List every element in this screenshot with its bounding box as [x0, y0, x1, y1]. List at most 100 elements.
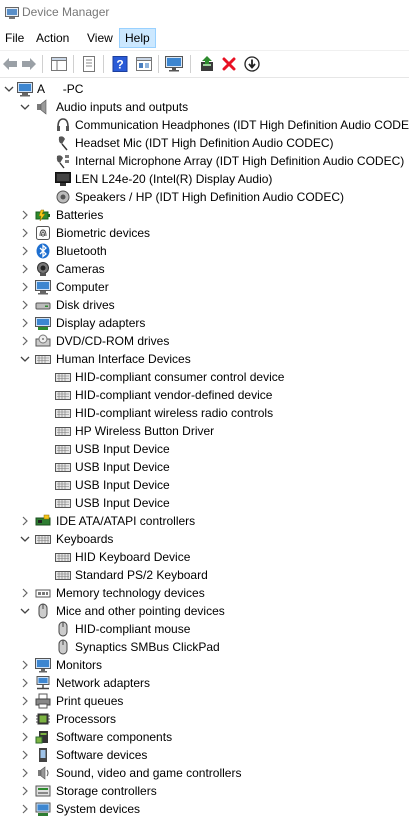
printer-icon	[35, 693, 51, 709]
tree-category-row[interactable]: Memory technology devices	[0, 584, 409, 602]
category-label: Batteries	[56, 208, 104, 222]
chevron-right-icon[interactable]	[19, 584, 31, 602]
tree-device-row[interactable]: USB Input Device	[0, 494, 409, 512]
show-hide-tree-icon[interactable]	[49, 54, 69, 74]
tree-category-row[interactable]: DVD/CD-ROM drives	[0, 332, 409, 350]
tree-category-row[interactable]: Human Interface Devices	[0, 350, 409, 368]
toolbar-separator	[103, 55, 104, 73]
tree-category-row[interactable]: Processors	[0, 710, 409, 728]
title-bar: Device Manager	[0, 0, 409, 26]
menu-file[interactable]: File	[0, 28, 29, 48]
chevron-down-icon[interactable]	[19, 530, 31, 548]
tree-category-row[interactable]: Disk drives	[0, 296, 409, 314]
tree-category-row[interactable]: Computer	[0, 278, 409, 296]
tree-category-row[interactable]: Batteries	[0, 206, 409, 224]
uninstall-icon[interactable]	[219, 54, 239, 74]
tree-category-row[interactable]: Print queues	[0, 692, 409, 710]
tree-device-row[interactable]: USB Input Device	[0, 458, 409, 476]
tree-device-row[interactable]: Synaptics SMBus ClickPad	[0, 638, 409, 656]
forward-icon[interactable]	[19, 54, 39, 74]
chevron-right-icon[interactable]	[19, 224, 31, 242]
tree-device-row[interactable]: HID-compliant mouse	[0, 620, 409, 638]
hid-icon	[55, 499, 71, 508]
dvd-icon	[35, 334, 51, 347]
tree-category-row[interactable]: Software components	[0, 728, 409, 746]
help-icon[interactable]: ?	[110, 54, 130, 74]
device-label: HID-compliant vendor-defined device	[75, 388, 273, 402]
tree-category-row[interactable]: Audio inputs and outputs	[0, 98, 409, 116]
chevron-right-icon[interactable]	[19, 314, 31, 332]
disable-icon[interactable]	[242, 54, 262, 74]
category-label: Monitors	[56, 658, 103, 672]
chevron-down-icon[interactable]	[19, 602, 31, 620]
tree-category-row[interactable]: Network adapters	[0, 674, 409, 692]
view-icon[interactable]	[134, 54, 154, 74]
tree-device-row[interactable]: HP Wireless Button Driver	[0, 422, 409, 440]
microphone-array-icon	[56, 155, 69, 169]
chevron-right-icon[interactable]	[19, 512, 31, 530]
tree-device-row[interactable]: Headset Mic (IDT High Definition Audio C…	[0, 134, 409, 152]
menu-view[interactable]: View	[82, 28, 118, 48]
tree-device-row[interactable]: Standard PS/2 Keyboard	[0, 566, 409, 584]
category-label: Software components	[56, 730, 173, 744]
tree-category-row[interactable]: Monitors	[0, 656, 409, 674]
category-label: Disk drives	[56, 298, 115, 312]
tree-root[interactable]: A -PC	[0, 80, 409, 98]
tree-root-label: A -PC	[37, 82, 84, 96]
chevron-right-icon[interactable]	[19, 674, 31, 692]
properties-icon[interactable]	[79, 54, 99, 74]
device-label: Headset Mic (IDT High Definition Audio C…	[75, 136, 334, 150]
chevron-right-icon[interactable]	[19, 710, 31, 728]
chevron-right-icon[interactable]	[19, 332, 31, 350]
tree-category-row[interactable]: Cameras	[0, 260, 409, 278]
software-component-icon	[35, 731, 48, 744]
tree-category-row[interactable]: Biometric devices	[0, 224, 409, 242]
chevron-right-icon[interactable]	[19, 296, 31, 314]
menu-action[interactable]: Action	[31, 28, 74, 48]
tree-category-row[interactable]: Bluetooth	[0, 242, 409, 260]
chevron-right-icon[interactable]	[19, 782, 31, 800]
tree-category-row[interactable]: Display adapters	[0, 314, 409, 332]
chevron-right-icon[interactable]	[19, 728, 31, 746]
tree-device-row[interactable]: USB Input Device	[0, 440, 409, 458]
tree-device-row[interactable]: LEN L24e-20 (Intel(R) Display Audio)	[0, 170, 409, 188]
tree-device-row[interactable]: Internal Microphone Array (IDT High Defi…	[0, 152, 409, 170]
chevron-down-icon[interactable]	[3, 80, 15, 98]
tree-device-row[interactable]: HID Keyboard Device	[0, 548, 409, 566]
tree-category-row[interactable]: Storage controllers	[0, 782, 409, 800]
tree-device-row[interactable]: HID-compliant wireless radio controls	[0, 404, 409, 422]
chevron-right-icon[interactable]	[19, 206, 31, 224]
tree-category-row[interactable]: Sound, video and game controllers	[0, 764, 409, 782]
tree-device-row[interactable]: Speakers / HP (IDT High Definition Audio…	[0, 188, 409, 206]
tree-device-row[interactable]: HID-compliant vendor-defined device	[0, 386, 409, 404]
chevron-down-icon[interactable]	[19, 350, 31, 368]
chevron-right-icon[interactable]	[19, 260, 31, 278]
chevron-right-icon[interactable]	[19, 800, 31, 818]
tree-category-row[interactable]: Keyboards	[0, 530, 409, 548]
tree-device-row[interactable]: HID-compliant consumer control device	[0, 368, 409, 386]
processor-icon	[36, 713, 50, 725]
category-label: Keyboards	[56, 532, 114, 546]
chevron-right-icon[interactable]	[19, 278, 31, 296]
menu-help[interactable]: Help	[119, 28, 156, 48]
chevron-right-icon[interactable]	[19, 242, 31, 260]
category-label: Processors	[56, 712, 117, 726]
tree-device-row[interactable]: Communication Headphones (IDT High Defin…	[0, 116, 409, 134]
monitor-icon[interactable]	[164, 54, 184, 74]
update-driver-icon[interactable]	[197, 54, 217, 74]
tree-device-row[interactable]: USB Input Device	[0, 476, 409, 494]
chevron-right-icon[interactable]	[19, 656, 31, 674]
chevron-right-icon[interactable]	[19, 746, 31, 764]
system-icon	[35, 802, 51, 816]
tree-category-row[interactable]: Mice and other pointing devices	[0, 602, 409, 620]
toolbar: ?	[0, 50, 409, 78]
chevron-right-icon[interactable]	[19, 764, 31, 782]
chevron-right-icon[interactable]	[19, 692, 31, 710]
tree-category-row[interactable]: Software devices	[0, 746, 409, 764]
mouse-icon	[58, 639, 68, 655]
tree-category-row[interactable]: System devices	[0, 800, 409, 818]
back-icon[interactable]	[0, 54, 20, 74]
category-label: Computer	[56, 280, 109, 294]
tree-category-row[interactable]: IDE ATA/ATAPI controllers	[0, 512, 409, 530]
chevron-down-icon[interactable]	[19, 98, 31, 116]
